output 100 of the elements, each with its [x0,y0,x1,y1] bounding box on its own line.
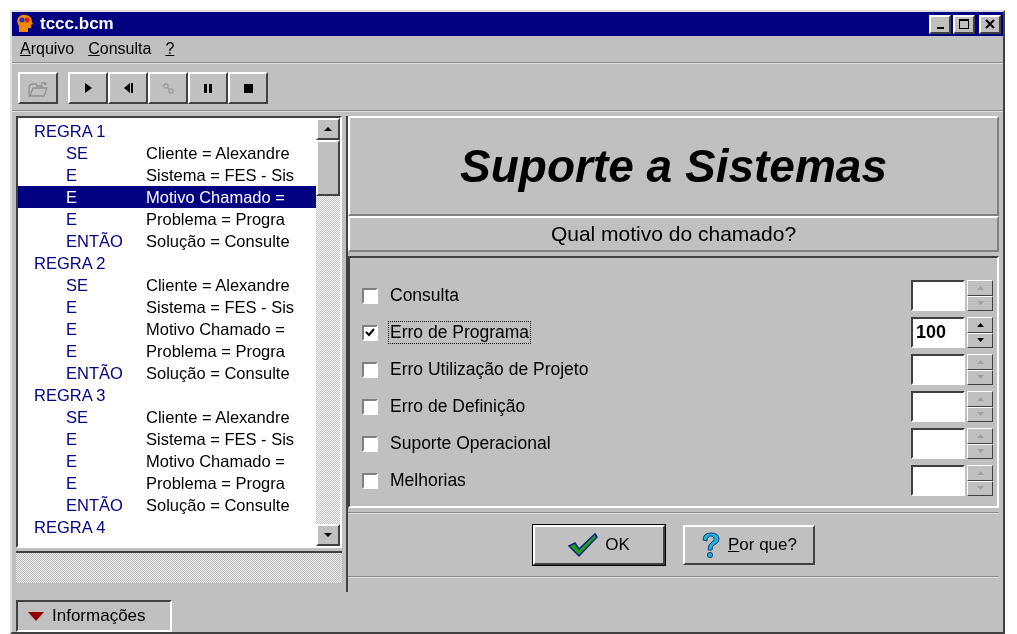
rule-line[interactable]: E Motivo Chamado = [18,318,316,340]
menu-item[interactable]: ? [165,40,175,58]
menu-item[interactable]: Consulta [88,40,152,58]
maximize-icon [959,19,969,29]
scroll-up-button[interactable] [316,118,340,140]
play-button[interactable] [68,72,108,104]
rule-keyword: ENTÃO [65,495,124,516]
rule-keyword: ENTÃO [65,363,124,384]
rule-line[interactable]: E Sistema = FES - Sis [18,296,316,318]
info-tab[interactable]: Informações [16,600,172,632]
minimize-icon [936,27,944,29]
option-label[interactable]: Suporte Operacional [388,432,553,455]
rule-keyword: E [65,451,78,472]
spin-buttons[interactable] [967,465,993,496]
ok-button[interactable]: OK [532,525,665,565]
rule-condition: Sistema = FES - Sis [146,165,295,186]
rule-keyword: SE [65,275,89,296]
step-back-icon [123,83,133,93]
menu-item[interactable]: Arquivo [20,40,75,58]
rule-keyword: E [65,165,78,186]
option-label[interactable]: Erro de Definição [388,395,528,418]
rule-keyword: E [65,187,78,208]
rule-title[interactable]: REGRA 4 [18,516,316,538]
folder-icon [28,79,48,97]
rule-condition: Motivo Chamado = [146,319,285,340]
percent-field[interactable]: 100 [911,317,965,348]
rule-condition: Motivo Chamado = [146,187,285,208]
scroll-thumb[interactable] [316,140,340,196]
rule-condition: Motivo Chamado = [146,451,285,472]
rule-line[interactable]: E Problema = Progra [18,340,316,362]
spin-buttons[interactable] [967,391,993,422]
splitter-bar[interactable] [16,551,342,583]
rule-keyword: SE [65,407,89,428]
link-icon [162,82,174,94]
percent-field[interactable] [911,354,965,385]
rule-title[interactable]: REGRA 3 [18,384,316,406]
rule-line[interactable]: ENTÃO Solução = Consulte [18,230,316,252]
rule-condition: Solução = Consulte [146,363,290,384]
rule-condition: Problema = Progra [146,209,285,230]
option-label[interactable]: Melhorias [388,469,468,492]
step-back-button[interactable] [108,72,148,104]
option-label[interactable]: Erro de Programa [388,321,532,344]
rule-condition: Solução = Consulte [146,231,290,252]
checkmark-icon [567,532,600,558]
why-button[interactable]: Por que? [682,525,815,565]
rule-line[interactable]: E Problema = Progra [18,208,316,230]
down-triangle-icon [28,611,44,621]
rule-line[interactable]: ENTÃO Solução = Consulte [18,362,316,384]
stop-button[interactable] [228,72,268,104]
checkbox[interactable] [362,472,378,489]
panel-title: Suporte a Sistemas [460,139,887,193]
rule-title[interactable]: REGRA 2 [18,252,316,274]
rule-line[interactable]: SE Cliente = Alexandre [18,142,316,164]
spin-buttons[interactable] [967,354,993,385]
rule-keyword: E [65,473,78,494]
rule-line[interactable]: E Sistema = FES - Sis [18,428,316,450]
percent-field[interactable] [911,428,965,459]
rule-keyword: E [65,319,78,340]
option-label[interactable]: Consulta [388,284,462,307]
rule-condition: Cliente = Alexandre [146,275,290,296]
rule-condition: Solução = Consulte [146,495,290,516]
head-icon [16,14,34,34]
checkbox[interactable] [362,287,378,304]
minimize-button[interactable] [929,14,951,34]
scroll-down-button[interactable] [316,524,340,546]
rule-line[interactable]: E Problema = Progra [18,472,316,494]
rule-condition: Problema = Progra [146,473,285,494]
rule-keyword: E [65,341,78,362]
spin-buttons[interactable] [967,428,993,459]
percent-field[interactable] [911,280,965,311]
question-text: Qual motivo do chamado? [550,222,797,246]
close-button[interactable] [979,14,1001,34]
rule-title[interactable]: REGRA 1 [18,120,316,142]
checkbox[interactable] [362,435,378,452]
question-mark-icon [700,531,722,559]
checkbox[interactable] [362,324,378,341]
checkbox[interactable] [362,361,378,378]
checkbox[interactable] [362,398,378,415]
maximize-button[interactable] [953,14,975,34]
percent-field[interactable] [911,465,965,496]
rule-line[interactable]: E Motivo Chamado = [18,450,316,472]
close-icon [985,19,995,29]
rule-condition: Sistema = FES - Sis [146,297,295,318]
rule-condition: Problema = Progra [146,341,285,362]
down-arrow-icon [323,532,333,538]
rule-condition: Cliente = Alexandre [146,407,290,428]
pause-button[interactable] [188,72,228,104]
rule-line[interactable]: ENTÃO Solução = Consulte [18,494,316,516]
option-label[interactable]: Erro Utilização de Projeto [388,358,591,381]
spin-buttons[interactable] [967,280,993,311]
rule-keyword: E [65,429,78,450]
percent-field[interactable] [911,391,965,422]
rule-keyword: ENTÃO [65,231,124,252]
pause-icon [204,83,212,93]
scrollbar[interactable] [316,118,340,546]
spin-buttons[interactable] [967,317,993,348]
window-title: tccc.bcm [40,14,114,34]
rule-line[interactable]: SE Cliente = Alexandre [18,274,316,296]
rule-line[interactable]: SE Cliente = Alexandre [18,406,316,428]
rule-line[interactable]: E Sistema = FES - Sis [18,164,316,186]
